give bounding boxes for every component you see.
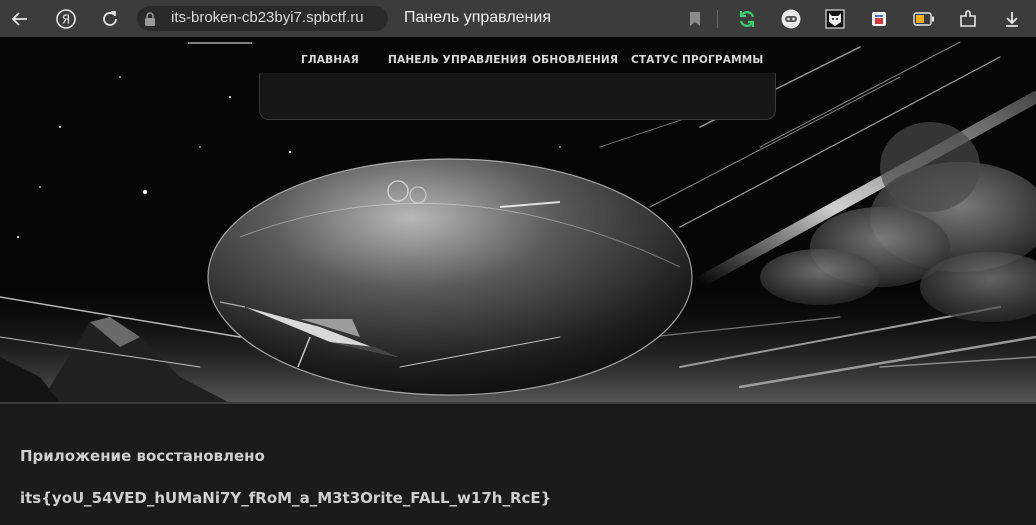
bot-extension-icon[interactable] bbox=[778, 6, 804, 32]
nav-item-control-panel[interactable]: ПАНЕЛЬ УПРАВЛЕНИЯ bbox=[388, 54, 527, 66]
back-arrow-icon[interactable] bbox=[7, 6, 33, 32]
nav-item-home[interactable]: ГЛАВНАЯ bbox=[301, 54, 359, 66]
hero-banner bbox=[0, 37, 1036, 403]
lock-icon[interactable] bbox=[140, 6, 160, 32]
main-navigation bbox=[259, 73, 776, 120]
page-title: Панель управления bbox=[404, 9, 551, 26]
bookmark-icon[interactable] bbox=[682, 6, 708, 32]
fox-extension-icon[interactable] bbox=[822, 6, 848, 32]
extensions-icon[interactable] bbox=[955, 6, 981, 32]
section-divider bbox=[0, 402, 1036, 404]
svg-text:Я: Я bbox=[62, 13, 70, 27]
sync-extension-icon[interactable] bbox=[734, 6, 760, 32]
status-message: Приложение восстановлено bbox=[20, 447, 265, 465]
nav-item-program-status[interactable]: СТАТУС ПРОГРАММЫ bbox=[631, 54, 764, 66]
flag-text: its{yoU_54VED_hUMaNi7Y_fRoM_a_M3t3Orite_… bbox=[20, 489, 552, 507]
address-bar-url[interactable]: its-broken-cb23byi7.spbctf.ru bbox=[171, 9, 364, 26]
toolbar-divider bbox=[717, 10, 718, 28]
reload-icon[interactable] bbox=[97, 6, 123, 32]
collections-icon[interactable] bbox=[866, 6, 892, 32]
browser-toolbar: Я its-broken-cb23byi7.spbctf.ru Панель у… bbox=[0, 0, 1036, 37]
nav-item-updates[interactable]: ОБНОВЛЕНИЯ bbox=[532, 54, 618, 66]
yandex-logo-icon[interactable]: Я bbox=[53, 6, 79, 32]
battery-icon bbox=[911, 6, 937, 32]
download-icon[interactable] bbox=[999, 6, 1025, 32]
